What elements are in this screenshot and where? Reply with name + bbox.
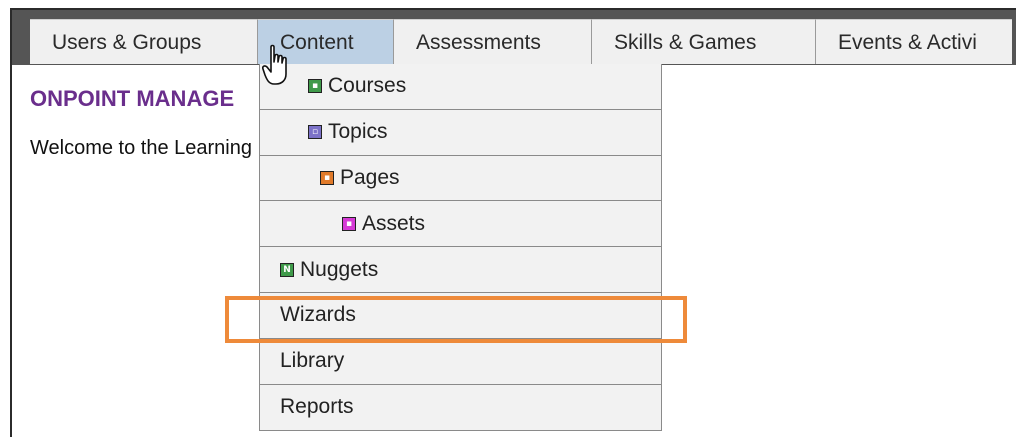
menu-item-label: Topics [328, 120, 388, 144]
assets-icon: ▪ [342, 216, 356, 231]
topics-icon: ▫ [308, 125, 322, 140]
courses-icon: ▪ [308, 79, 322, 94]
menu-item-label: Pages [340, 165, 400, 189]
tab-assessments[interactable]: Assessments [394, 19, 592, 64]
tab-events-activities[interactable]: Events & Activi [816, 19, 1012, 64]
menu-item-pages[interactable]: ▪ Pages [260, 156, 661, 202]
hand-pointer-icon [262, 44, 287, 85]
menu-item-reports[interactable]: Reports [260, 385, 661, 431]
welcome-text: Welcome to the Learning [30, 137, 252, 159]
menu-item-wizards[interactable]: Wizards [260, 293, 661, 339]
content-dropdown-menu: ▪ Courses ▫ Topics ▪ Pages ▪ Assets N Nu… [259, 64, 662, 432]
main-tabs: Users & Groups Content Assessments Skill… [30, 19, 1012, 64]
menu-item-assets[interactable]: ▪ Assets [260, 201, 661, 248]
menu-item-label: Courses [328, 74, 407, 98]
menu-item-label: Nuggets [300, 257, 379, 281]
tab-users-groups[interactable]: Users & Groups [30, 19, 258, 64]
menu-item-nuggets[interactable]: N Nuggets [260, 247, 661, 293]
menu-item-topics[interactable]: ▫ Topics [260, 110, 661, 156]
page-title: ONPOINT MANAGE [30, 86, 235, 111]
menu-item-label: Wizards [280, 303, 356, 327]
menu-item-courses[interactable]: ▪ Courses [260, 64, 661, 110]
menu-item-label: Assets [362, 211, 426, 235]
nuggets-icon: N [280, 262, 294, 277]
menu-item-library[interactable]: Library [260, 339, 661, 385]
pages-icon: ▪ [320, 170, 334, 185]
tab-skills-games[interactable]: Skills & Games [592, 19, 816, 64]
menu-item-label: Library [280, 349, 345, 373]
menu-item-label: Reports [280, 395, 354, 419]
